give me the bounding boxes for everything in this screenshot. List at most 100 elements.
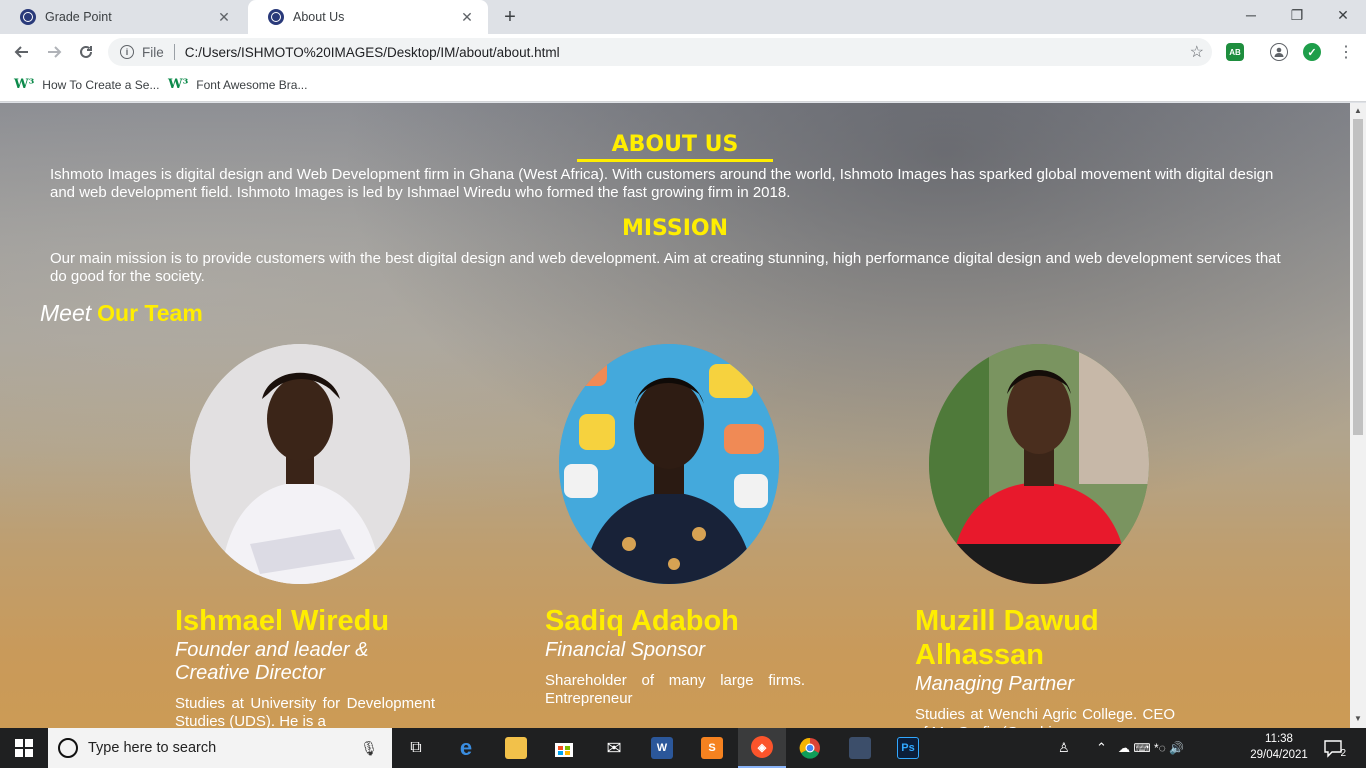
bookmark-star-icon[interactable]: ☆ — [1190, 42, 1204, 62]
windows-logo-icon — [15, 739, 33, 757]
tab-about-us[interactable]: About Us ✕ — [248, 0, 488, 34]
search-placeholder: Type here to search — [88, 740, 217, 756]
member-bio: Studies at Wenchi Agric College. CEO of … — [915, 706, 1175, 728]
tab-grade-point[interactable]: Grade Point ✕ — [0, 0, 245, 34]
member-name: Muzill Dawud Alhassan — [915, 605, 1099, 671]
windows-taskbar: Type here to search 🎙 ⧉ e ✉ W S ◈ Ps ♙ ⌃… — [0, 728, 1366, 768]
team-heading-prefix: Meet — [40, 300, 92, 326]
profile-icon[interactable] — [1270, 43, 1288, 61]
new-tab-button[interactable]: + — [498, 5, 522, 29]
info-icon[interactable]: i — [120, 45, 134, 59]
url-text[interactable]: C:/Users/ISHMOTO%20IMAGES/Desktop/IM/abo… — [185, 45, 560, 60]
chevron-up-icon[interactable]: ⌃ — [1096, 728, 1107, 768]
arrow-right-icon — [48, 46, 62, 58]
close-tab-icon[interactable]: ✕ — [458, 8, 476, 26]
mission-paragraph: Our main mission is to provide customers… — [50, 250, 1281, 285]
photoshop-button[interactable]: Ps — [884, 728, 932, 768]
sublime-button[interactable]: S — [688, 728, 736, 768]
ab-extension-icon[interactable]: AB — [1226, 43, 1244, 61]
edge-button[interactable]: e — [442, 728, 490, 768]
edge-icon: e — [459, 735, 473, 760]
store-icon — [555, 743, 573, 757]
arrow-left-icon — [14, 46, 28, 58]
notification-center-button[interactable]: 2 — [1322, 737, 1346, 759]
reload-button[interactable] — [72, 38, 100, 66]
task-view-icon: ⧉ — [410, 739, 422, 756]
w3schools-icon: W³ — [168, 77, 189, 92]
about-heading: ABOUT US — [577, 131, 773, 162]
mission-heading: MISSION — [621, 216, 729, 241]
task-view-button[interactable]: ⧉ — [392, 728, 440, 768]
system-tray-icons[interactable]: ☁ ⌨ *◌ 🔊 — [1118, 728, 1184, 768]
restore-button[interactable]: ❐ — [1274, 0, 1320, 30]
person-photo-icon — [190, 344, 410, 584]
team-member-card: Sadiq Adaboh Financial Sponsor Sharehold… — [545, 344, 815, 708]
about-paragraph: Ishmoto Images is digital design and Web… — [50, 166, 1274, 201]
back-button[interactable] — [8, 38, 36, 66]
member-role: Founder and leader & Creative Director — [175, 639, 369, 684]
chrome-button[interactable] — [786, 728, 834, 768]
microphone-icon[interactable]: 🎙 — [360, 740, 378, 757]
store-button[interactable] — [540, 728, 588, 768]
page-scrollbar[interactable]: ▲ ▼ — [1350, 103, 1366, 728]
forward-button[interactable] — [40, 38, 68, 66]
url-scheme: File — [142, 44, 164, 60]
scroll-down-icon[interactable]: ▼ — [1354, 714, 1362, 723]
minimize-button[interactable]: ─ — [1228, 0, 1274, 30]
member-role: Financial Sponsor — [545, 639, 706, 661]
team-member-card: Muzill Dawud Alhassan Managing Partner S… — [915, 344, 1185, 728]
team-heading-main: Our Team — [97, 300, 203, 326]
system-clock[interactable]: 11:38 29/04/2021 — [1244, 731, 1314, 763]
close-tab-icon[interactable]: ✕ — [215, 8, 233, 26]
chrome-icon — [799, 737, 820, 759]
clock-time: 11:38 — [1265, 733, 1293, 745]
page-viewport: ABOUT US Ishmoto Images is digital desig… — [0, 103, 1350, 728]
taskbar-search-box[interactable]: Type here to search 🎙 — [48, 728, 392, 768]
member-role: Managing Partner — [915, 673, 1074, 695]
bookmarks-bar: W³ How To Create a Se... W³ Font Awesome… — [0, 70, 1366, 102]
file-explorer-icon — [505, 737, 527, 759]
bookmark-label: How To Create a Se... — [42, 77, 160, 92]
member-bio: Studies at University for Development St… — [175, 695, 435, 728]
sublime-icon: S — [701, 737, 723, 759]
cortana-icon — [58, 738, 78, 758]
avatar — [929, 344, 1149, 584]
bookmark-item[interactable]: W³ Font Awesome Bra... — [168, 77, 307, 92]
reload-icon — [80, 45, 92, 58]
avatar — [559, 344, 779, 584]
avatar — [190, 344, 410, 584]
globe-icon — [268, 9, 284, 25]
brave-icon: ◈ — [751, 736, 773, 758]
member-bio: Shareholder of many large firms. Entrepr… — [545, 672, 805, 707]
about-page: ABOUT US Ishmoto Images is digital desig… — [0, 103, 1350, 728]
menu-icon[interactable]: ⋮ — [1332, 38, 1360, 66]
bookmark-item[interactable]: W³ How To Create a Se... — [14, 77, 159, 92]
person-icon — [1274, 47, 1284, 57]
game-button[interactable] — [836, 728, 884, 768]
scroll-thumb[interactable] — [1353, 119, 1363, 435]
word-icon: W — [651, 737, 673, 759]
start-button[interactable] — [0, 728, 48, 768]
game-icon — [849, 737, 871, 759]
mail-icon: ✉ — [606, 737, 622, 758]
people-icon[interactable]: ♙ — [1058, 728, 1070, 768]
member-name: Ishmael Wiredu — [175, 605, 390, 637]
notification-count: 2 — [1340, 748, 1346, 759]
window-close-button[interactable]: ✕ — [1320, 0, 1366, 30]
shield-check-icon[interactable]: ✓ — [1303, 43, 1321, 61]
tab-title: About Us — [293, 10, 345, 24]
w3schools-icon: W³ — [14, 77, 35, 92]
brave-button[interactable]: ◈ — [738, 728, 786, 768]
file-explorer-button[interactable] — [492, 728, 540, 768]
scroll-up-icon[interactable]: ▲ — [1354, 106, 1362, 115]
mail-button[interactable]: ✉ — [590, 728, 638, 768]
divider — [173, 44, 175, 60]
tab-title: Grade Point — [45, 10, 112, 24]
person-photo-icon — [559, 344, 779, 584]
team-member-card: Ishmael Wiredu Founder and leader & Crea… — [175, 344, 445, 728]
photoshop-icon: Ps — [897, 737, 919, 759]
clock-date: 29/04/2021 — [1250, 749, 1308, 761]
address-bar[interactable]: i File C:/Users/ISHMOTO%20IMAGES/Desktop… — [108, 38, 1212, 66]
word-button[interactable]: W — [638, 728, 686, 768]
person-photo-icon — [929, 344, 1149, 584]
